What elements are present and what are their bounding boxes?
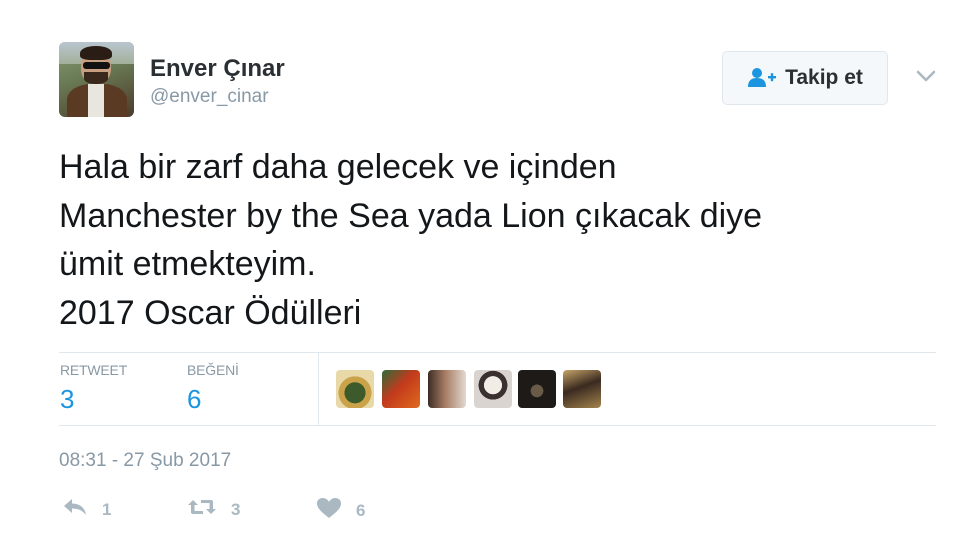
retweet-stat-count[interactable]: 3	[60, 384, 74, 415]
stats-vertical-divider	[318, 352, 319, 426]
follow-button-label: Takip et	[785, 66, 863, 89]
user-avatar[interactable]	[59, 42, 134, 117]
tweet-line: ümit etmekteyim.	[59, 245, 316, 283]
avatar-sunglasses	[83, 62, 110, 69]
follow-button[interactable]: Takip et	[722, 51, 888, 105]
like-action[interactable]: 6	[316, 497, 365, 524]
like-stat-count[interactable]: 6	[187, 384, 201, 415]
retweet-action-count: 3	[231, 499, 241, 519]
stats-bottom-divider	[59, 425, 936, 426]
avatar-beard	[84, 72, 108, 84]
liker-avatar-4[interactable]	[474, 370, 512, 408]
tweet-line: Manchester by the Sea yada Lion çıkacak …	[59, 196, 763, 235]
tweet-timestamp[interactable]: 08:31 - 27 Şub 2017	[59, 450, 231, 472]
avatar-hair	[80, 46, 112, 60]
liker-avatar-1[interactable]	[336, 370, 374, 408]
heart-icon	[316, 497, 342, 524]
tweet-line: 2017 Oscar Ödülleri	[59, 293, 362, 332]
like-action-count: 6	[356, 500, 366, 520]
retweet-stat-label: RETWEET	[60, 362, 128, 378]
avatar-shirt	[88, 84, 104, 117]
retweet-icon	[187, 497, 217, 522]
liker-avatar-6[interactable]	[563, 370, 601, 408]
tweet-text: Hala bir zarf daha gelecek ve içinden Ma…	[59, 143, 949, 337]
liker-avatar-2[interactable]	[382, 370, 420, 408]
chevron-down-icon[interactable]	[915, 68, 937, 84]
stats-top-divider	[59, 352, 936, 353]
tweet-line: Hala bir zarf daha gelecek ve içinden	[59, 148, 617, 186]
user-handle[interactable]: @enver_cinar	[150, 86, 269, 108]
user-display-name[interactable]: Enver Çınar	[150, 55, 285, 83]
liker-avatar-5[interactable]	[518, 370, 556, 408]
reply-icon	[62, 497, 88, 522]
reply-count: 1	[102, 499, 112, 519]
like-stat-label: BEĞENİ	[187, 362, 239, 378]
person-add-icon	[747, 67, 777, 89]
retweet-action[interactable]: 3	[187, 497, 240, 522]
liker-avatar-3[interactable]	[428, 370, 466, 408]
reply-action[interactable]: 1	[62, 497, 111, 522]
